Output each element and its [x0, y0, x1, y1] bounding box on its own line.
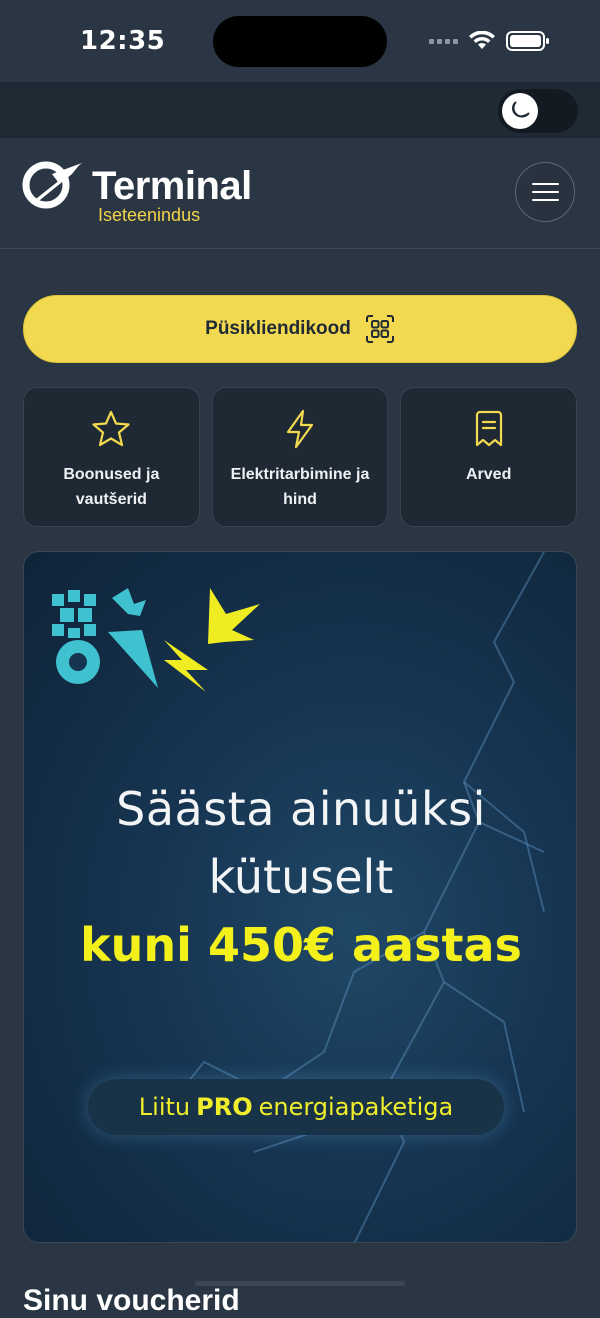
cta-prefix: Liitu: [138, 1093, 191, 1121]
tile-label: Boonused ja vautšerid: [63, 466, 160, 508]
lightning-icon: [286, 409, 314, 449]
logo-subtitle: Iseteenindus: [98, 205, 201, 225]
cta-suffix: energiapaketiga: [258, 1093, 454, 1121]
loyalty-code-label: Püsikliendikood: [205, 318, 351, 339]
section-heading: Sinu voucherid: [23, 1284, 240, 1317]
promo-banner[interactable]: Säästa ainuüksi kütuselt kuni 450€ aasta…: [23, 551, 577, 1243]
banner-headline-2: kütuselt: [208, 850, 394, 904]
hamburger-icon: [531, 183, 559, 185]
banner-highlight: kuni 450€ aastas: [80, 918, 522, 972]
star-icon: [92, 410, 130, 447]
tile-electricity[interactable]: Elektritarbimine ja hind: [211, 387, 389, 527]
dark-mode-toggle[interactable]: [498, 89, 578, 133]
wifi-icon: [468, 31, 496, 51]
status-time: 12:35: [80, 26, 166, 56]
logo-wordmark: Terminal: [92, 164, 252, 208]
tile-bonuses-vouchers[interactable]: Boonused ja vautšerid: [23, 387, 200, 527]
battery-icon: [506, 30, 550, 52]
terminal-logo-mark-icon: [22, 161, 82, 209]
home-indicator[interactable]: [195, 1281, 405, 1286]
loyalty-code-button[interactable]: Püsikliendikood: [23, 295, 577, 363]
cta-bold: PRO: [196, 1093, 253, 1121]
status-icons: [429, 30, 550, 52]
tile-label: Elektritarbimine ja hind: [230, 466, 370, 508]
cellular-signal-icon: [429, 38, 458, 44]
banner-headline-1: Säästa ainuüksi: [116, 782, 486, 836]
energy-pack-graphic: [52, 588, 260, 692]
quick-links: Boonused ja vautšerid Elektritarbimine j…: [23, 387, 578, 527]
tile-invoices[interactable]: Arved: [400, 387, 578, 527]
receipt-icon: [475, 410, 502, 447]
moon-icon: [502, 93, 538, 129]
dynamic-island: [213, 16, 387, 67]
menu-button[interactable]: [515, 162, 575, 222]
qr-code-icon: [365, 315, 394, 343]
app-header: Terminal Iseteenindus: [0, 138, 600, 249]
status-bar: 12:35: [0, 0, 600, 82]
terminal-logo[interactable]: Terminal Iseteenindus: [22, 160, 252, 225]
banner-cta-button[interactable]: Liitu PRO energiapaketiga: [88, 1079, 504, 1135]
tile-label: Arved: [466, 466, 512, 483]
